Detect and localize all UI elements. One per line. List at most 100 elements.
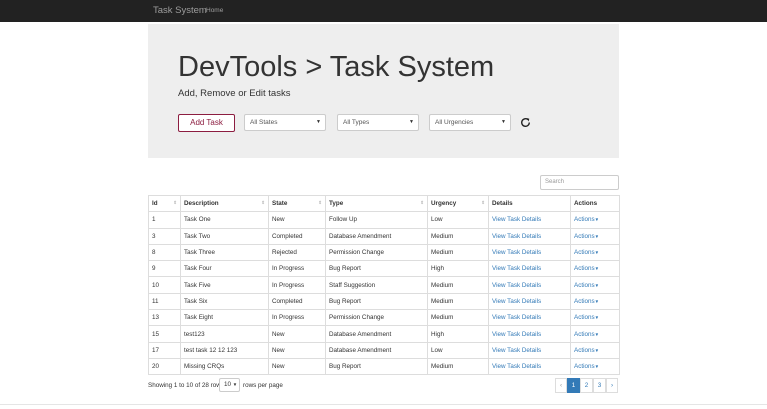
actions-dropdown-button[interactable]: Actions▼	[574, 298, 599, 305]
view-task-details-link[interactable]: View Task Details	[492, 265, 541, 272]
navbar: Task System Home	[0, 0, 767, 22]
view-task-details-link[interactable]: View Task Details	[492, 298, 541, 305]
actions-label: Actions	[574, 330, 595, 338]
cell-id: 17	[148, 341, 181, 359]
cell-urgency: High	[427, 325, 489, 343]
actions-label: Actions	[574, 281, 595, 289]
cell-actions: Actions▼	[570, 260, 620, 278]
navbar-brand[interactable]: Task System	[153, 5, 207, 16]
actions-label: Actions	[574, 363, 595, 371]
cell-id: 10	[148, 276, 181, 294]
cell-type: Follow Up	[325, 211, 428, 229]
view-task-details-link[interactable]: View Task Details	[492, 216, 541, 223]
cell-type: Bug Report	[325, 260, 428, 278]
pagination-page-2[interactable]: 2	[580, 378, 593, 393]
type-filter-value: All Types	[343, 119, 370, 126]
cell-state: New	[268, 341, 326, 359]
cell-urgency: Low	[427, 211, 489, 229]
search-input[interactable]: Search	[540, 175, 619, 190]
actions-dropdown-button[interactable]: Actions▼	[574, 363, 599, 370]
urgency-filter-value: All Urgencies	[435, 119, 474, 126]
cell-id: 13	[148, 309, 181, 327]
actions-dropdown-button[interactable]: Actions▼	[574, 216, 599, 223]
cell-details: View Task Details	[488, 292, 571, 311]
view-task-details-link[interactable]: View Task Details	[492, 282, 541, 289]
cell-id: 8	[148, 243, 181, 262]
actions-dropdown-button[interactable]: Actions▼	[574, 249, 599, 256]
cell-id: 1	[148, 211, 181, 229]
cell-urgency: High	[427, 260, 489, 278]
actions-dropdown-button[interactable]: Actions▼	[574, 331, 599, 338]
cell-details: View Task Details	[488, 243, 571, 262]
chevron-down-icon: ▼	[501, 119, 506, 125]
nav-home-link[interactable]: Home	[206, 7, 223, 14]
cell-description: test123	[180, 325, 269, 343]
cell-description: Task Three	[180, 243, 269, 262]
column-header-description[interactable]: Description ⇕	[180, 194, 269, 213]
cell-state: In Progress	[268, 260, 326, 278]
cell-state: New	[268, 357, 326, 376]
cell-details: View Task Details	[488, 211, 571, 229]
urgency-filter-select[interactable]: All Urgencies ▼	[429, 114, 511, 131]
pagination-page-1[interactable]: 1	[567, 378, 580, 393]
actions-label: Actions	[574, 265, 595, 273]
header-panel: DevTools > Task System Add, Remove or Ed…	[148, 24, 619, 158]
view-task-details-link[interactable]: View Task Details	[492, 363, 541, 370]
pagination-next[interactable]: ›	[606, 378, 618, 393]
add-task-button[interactable]: Add Task	[178, 114, 235, 132]
table-header-row: Id ⇕ Description ⇕ State ⇕ Type ⇕ Urgency ⇕ D…	[148, 194, 620, 213]
cell-urgency: Medium	[427, 276, 489, 294]
chevron-down-icon: ▼	[594, 217, 600, 223]
chevron-down-icon: ▼	[594, 331, 600, 337]
view-task-details-link[interactable]: View Task Details	[492, 314, 541, 321]
sort-icon: ⇕	[318, 200, 322, 205]
cell-details: View Task Details	[488, 325, 571, 343]
cell-description: Task Two	[180, 227, 269, 245]
cell-type: Database Amendment	[325, 341, 428, 359]
column-header-state[interactable]: State ⇕	[268, 194, 326, 213]
view-task-details-link[interactable]: View Task Details	[492, 233, 541, 240]
cell-type: Permission Change	[325, 243, 428, 262]
cell-actions: Actions▼	[570, 292, 620, 311]
actions-dropdown-button[interactable]: Actions▼	[574, 347, 599, 354]
chevron-down-icon: ▼	[594, 282, 600, 288]
column-header-id[interactable]: Id ⇕	[148, 194, 181, 213]
page-subtitle: Add, Remove or Edit tasks	[178, 88, 291, 99]
table-row: 3 Task Two Completed Database Amendment Medi…	[148, 227, 620, 245]
state-filter-select[interactable]: All States ▼	[244, 114, 326, 131]
actions-dropdown-button[interactable]: Actions▼	[574, 314, 599, 321]
cell-state: In Progress	[268, 309, 326, 327]
type-filter-select[interactable]: All Types ▼	[337, 114, 419, 131]
actions-label: Actions	[574, 314, 595, 322]
chevron-down-icon: ▼	[594, 315, 600, 321]
page-size-select[interactable]: 10 ▼	[219, 378, 240, 392]
sort-icon: ⇕	[173, 200, 177, 205]
refresh-icon[interactable]	[520, 117, 531, 128]
actions-dropdown-button[interactable]: Actions▼	[574, 282, 599, 289]
actions-dropdown-button[interactable]: Actions▼	[574, 233, 599, 240]
view-task-details-link[interactable]: View Task Details	[492, 249, 541, 256]
column-header-urgency[interactable]: Urgency ⇕	[427, 194, 489, 213]
cell-state: New	[268, 325, 326, 343]
cell-description: Task Four	[180, 260, 269, 278]
pagination-page-3[interactable]: 3	[593, 378, 606, 393]
cell-actions: Actions▼	[570, 325, 620, 343]
column-header-type[interactable]: Type ⇕	[325, 194, 428, 213]
pagination-prev[interactable]: ‹	[555, 378, 567, 393]
cell-type: Staff Suggestion	[325, 276, 428, 294]
cell-details: View Task Details	[488, 227, 571, 245]
table-row: 13 Task Eight In Progress Permission Change…	[148, 309, 620, 327]
chevron-down-icon: ▼	[232, 382, 238, 387]
view-task-details-link[interactable]: View Task Details	[492, 331, 541, 338]
page-title: DevTools > Task System	[178, 51, 495, 83]
actions-dropdown-button[interactable]: Actions▼	[574, 265, 599, 272]
state-filter-value: All States	[250, 119, 278, 126]
view-task-details-link[interactable]: View Task Details	[492, 347, 541, 354]
chevron-down-icon: ▼	[594, 347, 600, 353]
table-row: 8 Task Three Rejected Permission Change Medi…	[148, 243, 620, 262]
cell-description: Task One	[180, 211, 269, 229]
column-header-details: Details	[488, 194, 571, 213]
cell-id: 3	[148, 227, 181, 245]
rows-per-page-label: rows per page	[243, 382, 283, 389]
cell-actions: Actions▼	[570, 243, 620, 262]
